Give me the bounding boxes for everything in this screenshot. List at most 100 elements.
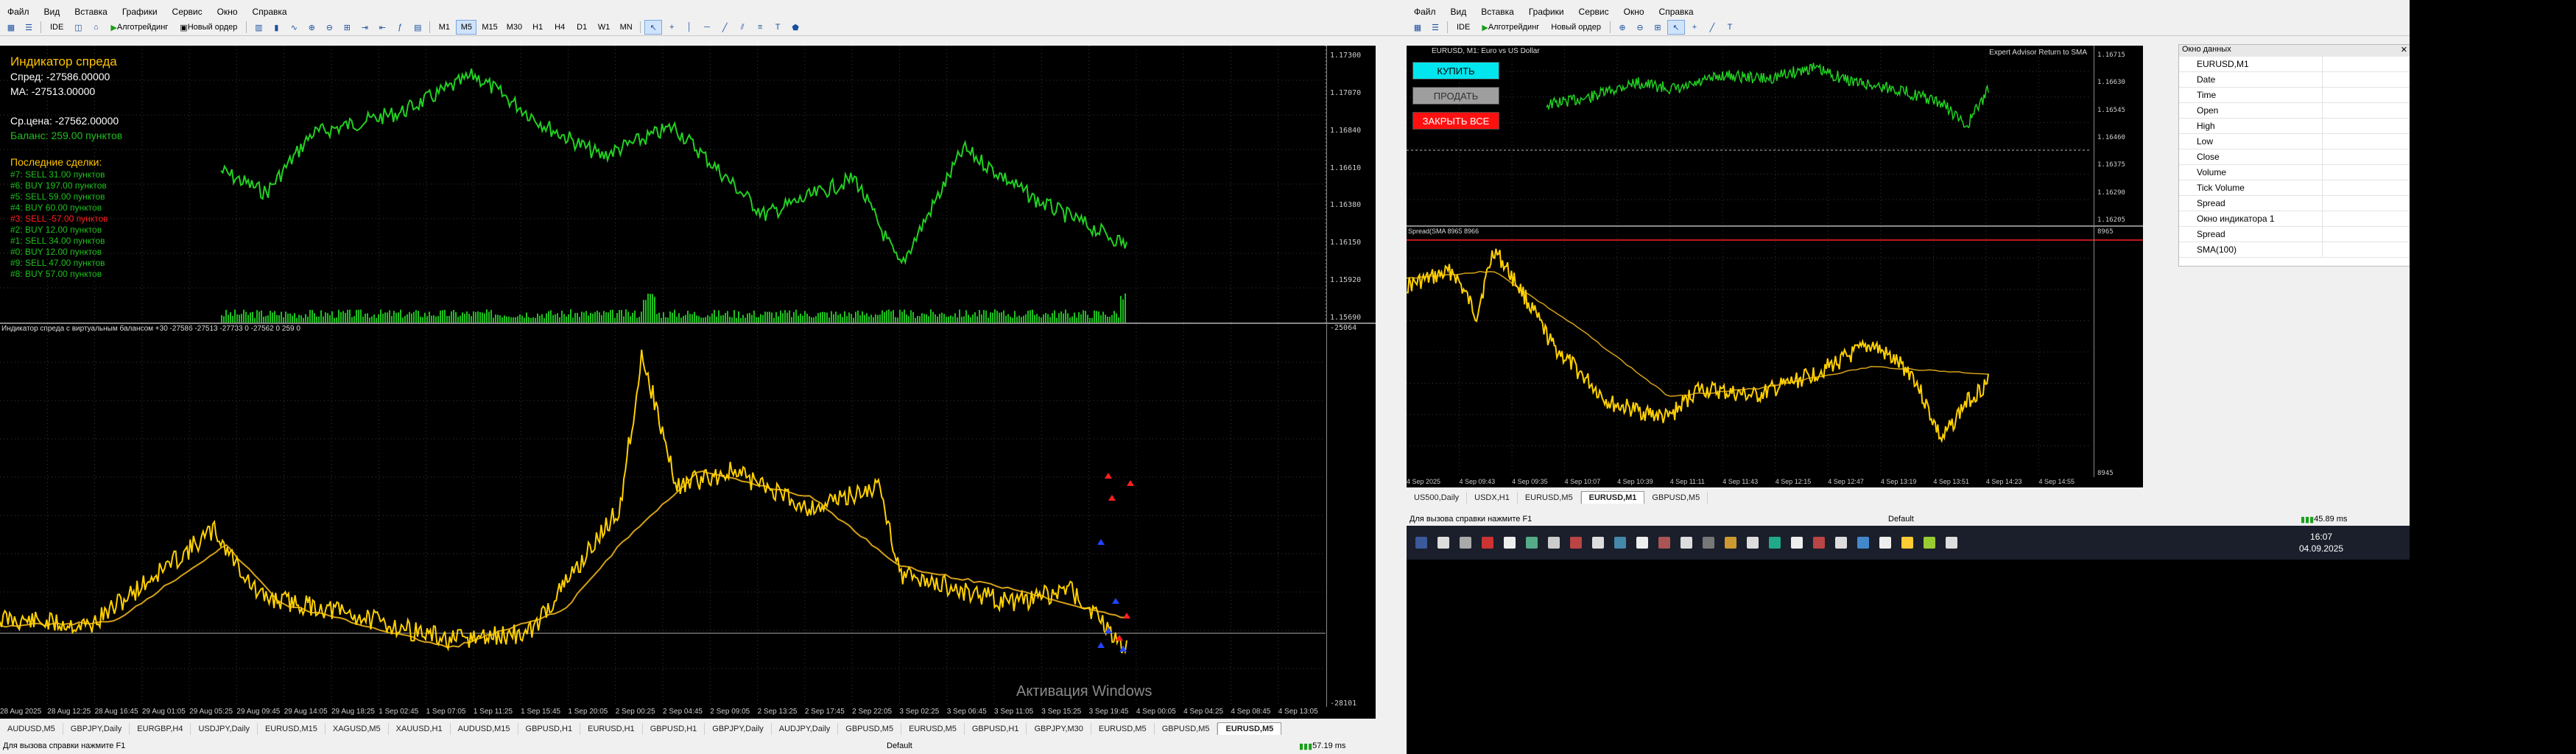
chart-tab[interactable]: EURUSD,M5 [1217, 722, 1282, 735]
ide-button[interactable]: IDE [45, 20, 68, 35]
menu-item-2[interactable]: Вставка [1474, 7, 1521, 17]
right-indicator-subwindow[interactable]: Spread(SMA 8965 8966 8965 8945 [1407, 227, 2143, 477]
right-ide-button[interactable]: IDE [1451, 20, 1475, 35]
candles-icon[interactable]: ▮ [268, 21, 284, 34]
right-algo-trading-button[interactable]: ▶ Алготрейдинг [1477, 20, 1544, 35]
templates-icon[interactable]: ▤ [409, 21, 426, 34]
new-order-button[interactable]: ▣ Новый ордер [175, 20, 242, 35]
menu-item-0[interactable]: Файл [1407, 7, 1443, 17]
right-profiles-icon[interactable]: ☰ [1427, 21, 1443, 34]
taskbar-app-icon[interactable] [1791, 537, 1803, 549]
grid-icon[interactable]: ⊞ [339, 21, 355, 34]
shift-icon[interactable]: ⇤ [374, 21, 390, 34]
right-cursor-icon[interactable]: ↖ [1667, 20, 1685, 35]
chart-tab[interactable]: USDX,H1 [1467, 492, 1518, 504]
chart-tab[interactable]: GBPJPY,M30 [1027, 723, 1091, 735]
autoscroll-icon[interactable]: ⇥ [356, 21, 373, 34]
taskbar-app-icon[interactable] [1835, 537, 1847, 549]
right-grid-icon[interactable]: ⊞ [1650, 21, 1666, 34]
menu-item-5[interactable]: Окно [1616, 7, 1652, 17]
chart-tab[interactable]: AUDUSD,M5 [0, 723, 63, 735]
chart-tab[interactable]: GBPJPY,Daily [63, 723, 130, 735]
chart-tab[interactable]: GBPUSD,M5 [838, 723, 902, 735]
menu-item-4[interactable]: Сервис [1572, 7, 1616, 17]
chart-tab[interactable]: AUDJPY,Daily [772, 723, 839, 735]
taskbar-app-icon[interactable] [1526, 537, 1538, 549]
taskbar-app-icon[interactable] [1415, 537, 1427, 549]
chart-tab[interactable]: USDJPY,Daily [191, 723, 258, 735]
taskbar-clock[interactable]: 16:07 04.09.2025 [2299, 531, 2343, 554]
chart-tab[interactable]: GBPUSD,H1 [643, 723, 705, 735]
menu-item-3[interactable]: Графики [1521, 7, 1572, 17]
taskbar-app-icon[interactable] [1437, 537, 1449, 549]
timeframe-m15[interactable]: M15 [478, 20, 501, 35]
fibonacci-icon[interactable]: ≡ [752, 21, 768, 34]
chart-tab[interactable]: EURUSD,M5 [901, 723, 965, 735]
chart-tab[interactable]: GBPUSD,M5 [1155, 723, 1218, 735]
taskbar-app-icon[interactable] [1548, 537, 1560, 549]
taskbar-app-icon[interactable] [1460, 537, 1471, 549]
chart-tab[interactable]: EURUSD,H1 [580, 723, 643, 735]
taskbar-app-icon[interactable] [1614, 537, 1626, 549]
crosshair-icon[interactable]: + [664, 21, 680, 34]
text-icon[interactable]: T [770, 21, 786, 34]
menu-item-1[interactable]: Вид [37, 7, 68, 17]
menu-item-3[interactable]: Графики [115, 7, 165, 17]
taskbar-app-icon[interactable] [1879, 537, 1891, 549]
chart-tab[interactable]: GBPUSD,H1 [965, 723, 1027, 735]
new-chart-icon[interactable]: ▦ [3, 21, 19, 34]
timeframe-d1[interactable]: D1 [571, 20, 592, 35]
menu-item-1[interactable]: Вид [1443, 7, 1474, 17]
menu-item-2[interactable]: Вставка [67, 7, 115, 17]
vertical-line-icon[interactable]: │ [681, 21, 697, 34]
close-icon[interactable]: ✕ [2401, 45, 2407, 57]
chart-tab[interactable]: GBPUSD,M5 [1644, 492, 1708, 504]
chart-tab[interactable]: EURUSD,M1 [1580, 491, 1645, 504]
right-zoom-out-icon[interactable]: ⊖ [1632, 21, 1648, 34]
chart-tab[interactable]: US500,Daily [1407, 492, 1468, 504]
line-chart-icon[interactable]: ∿ [286, 21, 302, 34]
channel-icon[interactable]: ⫽ [734, 21, 750, 34]
chart-tab[interactable]: EURUSD,M5 [1091, 723, 1155, 735]
taskbar-app-icon[interactable] [1681, 537, 1692, 549]
chart-tab[interactable]: GBPJPY,Daily [705, 723, 772, 735]
profiles-icon[interactable]: ☰ [21, 21, 37, 34]
navigator-icon[interactable]: ⌂ [88, 21, 104, 34]
chart-tab[interactable]: EURUSD,M5 [1518, 492, 1581, 504]
horizontal-line-icon[interactable]: ─ [699, 21, 715, 34]
right-new-order-button[interactable]: Новый ордер [1546, 20, 1606, 35]
right-crosshair-icon[interactable]: + [1686, 21, 1703, 34]
zoom-out-icon[interactable]: ⊖ [321, 21, 337, 34]
right-zoom-in-icon[interactable]: ⊕ [1614, 21, 1630, 34]
taskbar-app-icon[interactable] [1725, 537, 1736, 549]
cursor-icon[interactable]: ↖ [644, 20, 663, 35]
taskbar-app-icon[interactable] [1658, 537, 1670, 549]
timeframe-mn[interactable]: MN [616, 20, 636, 35]
sell-button[interactable]: ПРОДАТЬ [1412, 87, 1499, 105]
market-watch-icon[interactable]: ◫ [70, 21, 86, 34]
bar-chart-icon[interactable]: ▥ [250, 21, 267, 34]
right-trendline-icon[interactable]: ╱ [1704, 21, 1720, 34]
chart-tab[interactable]: EURGBP,H4 [130, 723, 191, 735]
menu-item-5[interactable]: Окно [210, 7, 245, 17]
taskbar-app-icon[interactable] [1901, 537, 1913, 549]
right-text-icon[interactable]: T [1722, 21, 1738, 34]
menu-item-6[interactable]: Справка [245, 7, 295, 17]
timeframe-h4[interactable]: H4 [549, 20, 570, 35]
taskbar-app-icon[interactable] [1504, 537, 1516, 549]
left-main-chart[interactable]: Индикатор спреда Спред: -27586.00000 MA:… [0, 46, 1376, 323]
taskbar-app-icon[interactable] [1482, 537, 1493, 549]
timeframe-m5[interactable]: M5 [456, 20, 477, 35]
trendline-icon[interactable]: ╱ [717, 21, 733, 34]
chart-tab[interactable]: EURUSD,M15 [258, 723, 325, 735]
taskbar-app-icon[interactable] [1813, 537, 1825, 549]
right-new-chart-icon[interactable]: ▦ [1410, 21, 1426, 34]
right-main-chart[interactable]: EURUSD, M1: Euro vs US Dollar Expert Adv… [1407, 46, 2143, 225]
chart-tab[interactable]: AUDUSD,M15 [451, 723, 518, 735]
chart-tab[interactable]: GBPUSD,H1 [518, 723, 581, 735]
timeframe-m1[interactable]: M1 [434, 20, 454, 35]
timeframe-m30[interactable]: M30 [503, 20, 526, 35]
buy-button[interactable]: КУПИТЬ [1412, 62, 1499, 80]
menu-item-0[interactable]: Файл [0, 7, 37, 17]
taskbar-app-icon[interactable] [1592, 537, 1604, 549]
